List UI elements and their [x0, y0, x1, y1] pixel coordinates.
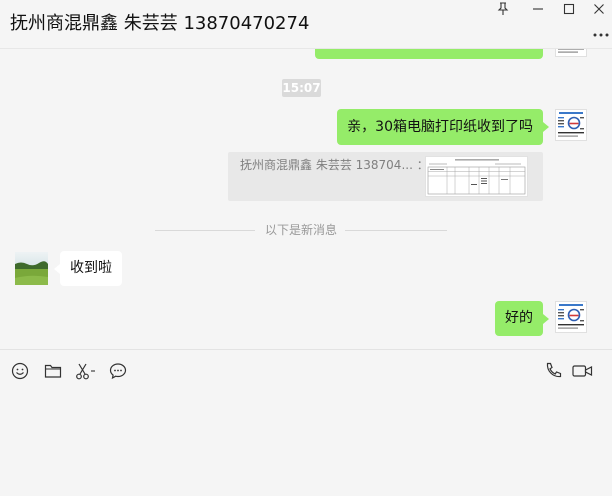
divider-line-left — [155, 230, 255, 231]
chat-header: 抚州商混鼎鑫 朱芸芸 13870470274 — [0, 0, 612, 49]
minimize-icon[interactable] — [531, 2, 545, 16]
divider-line-right — [345, 230, 447, 231]
quoted-message[interactable]: 抚州商混鼎鑫 朱芸芸 138704... ： — [228, 152, 543, 201]
message-input[interactable] — [0, 386, 612, 496]
message-text: 亲，30箱电脑打印纸收到了吗 — [347, 119, 533, 135]
chat-history-icon[interactable] — [108, 361, 128, 381]
self-avatar[interactable] — [555, 109, 587, 141]
close-icon[interactable] — [592, 2, 606, 16]
wechat-chat-window: 抚州商混鼎鑫 朱芸芸 13870470274 15:07 亲，30箱电脑打印纸收… — [0, 0, 612, 496]
new-messages-divider: 以下是新消息 — [264, 223, 337, 237]
document-thumbnail-icon[interactable] — [425, 156, 528, 197]
chat-title: 抚州商混鼎鑫 朱芸芸 13870470274 — [10, 13, 310, 34]
folder-icon[interactable] — [43, 361, 63, 381]
input-separator — [0, 349, 612, 350]
video-call-icon[interactable] — [571, 361, 593, 381]
self-avatar[interactable] — [555, 301, 587, 333]
self-avatar[interactable] — [555, 49, 587, 57]
pin-icon[interactable] — [496, 2, 510, 16]
message-text: 收到啦 — [70, 260, 112, 276]
message-bubble-incoming[interactable]: 收到啦 — [54, 251, 122, 286]
timestamp: 15:07 — [282, 79, 321, 97]
contact-avatar[interactable] — [15, 252, 48, 285]
phone-icon[interactable] — [543, 361, 563, 381]
message-bubble-outgoing[interactable]: 好的 — [495, 301, 549, 336]
message-bubble-outgoing[interactable]: 亲，30箱电脑打印纸收到了吗 — [337, 109, 549, 145]
message-text: 好的 — [505, 310, 533, 326]
scissors-icon[interactable] — [75, 361, 97, 381]
chat-area: 15:07 亲，30箱电脑打印纸收到了吗 抚州商混鼎鑫 朱芸芸 138704..… — [0, 49, 612, 349]
emoji-icon[interactable] — [10, 361, 30, 381]
maximize-icon[interactable] — [562, 2, 576, 16]
message-bubble-partial[interactable] — [315, 49, 543, 59]
quote-text: 抚州商混鼎鑫 朱芸芸 138704... ： — [240, 158, 429, 172]
more-icon[interactable] — [593, 32, 609, 38]
